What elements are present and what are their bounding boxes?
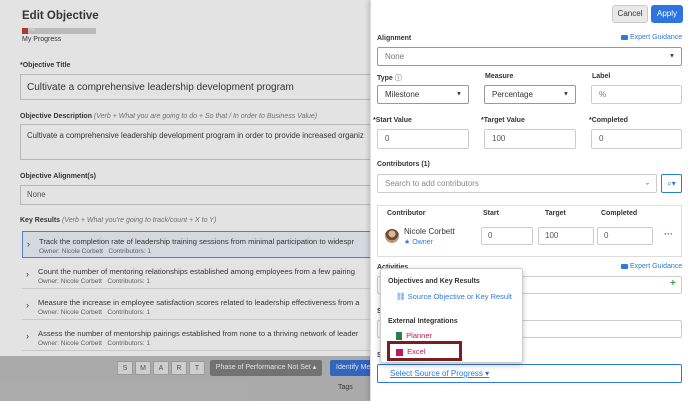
link-icon: ⛓	[396, 292, 406, 301]
smart-m-button[interactable]: M	[135, 361, 151, 375]
alignment-input[interactable]: None	[20, 185, 370, 205]
planner-icon	[396, 332, 402, 341]
target-value-input[interactable]: 100	[484, 129, 576, 149]
key-result-row[interactable]: › Measure the increase in employee satis…	[22, 293, 370, 320]
start-value-label: *Start Value	[373, 117, 412, 124]
contributor-name: Nicole Corbett	[404, 227, 455, 236]
label-input[interactable]: %	[591, 85, 682, 104]
key-result-meta: Owner: Nicole Corbett Contributors: 1	[38, 309, 151, 316]
owner-badge: ★ Owner	[404, 239, 433, 246]
key-results-label: Key Results (Verb + What you're going to…	[20, 217, 217, 224]
apply-button[interactable]: Apply	[651, 5, 683, 23]
label-label: Label	[592, 73, 611, 80]
type-label: Type ⓘ	[377, 75, 402, 82]
smart-t-button[interactable]: T	[189, 361, 205, 375]
alignment-select[interactable]: None ▼	[377, 47, 682, 66]
source-of-progress-value[interactable]: Select Source of Progress ▾	[390, 369, 489, 378]
excel-icon	[396, 348, 403, 356]
key-result-row[interactable]: › Count the number of mentoring relation…	[22, 262, 370, 289]
key-result-meta: Owner: Nicole Corbett Contributors: 1	[38, 278, 151, 285]
source-okr-option[interactable]: ⛓ Source Objective or Key Result	[396, 292, 512, 301]
contributor-start-input[interactable]: 0	[481, 227, 533, 245]
progress-label: My Progress	[22, 36, 62, 43]
caret-down-icon: ▾	[485, 369, 490, 378]
help-icon: ⓘ	[394, 75, 402, 82]
smart-r-button[interactable]: R	[171, 361, 187, 375]
cancel-button[interactable]: Cancel	[612, 5, 648, 23]
target-value-label: *Target Value	[481, 117, 525, 124]
key-result-row[interactable]: › Assess the number of mentorship pairin…	[22, 324, 370, 351]
video-icon	[621, 263, 628, 269]
measure-select[interactable]: Percentage ▼	[484, 85, 576, 104]
chevron-right-icon: ›	[26, 269, 29, 279]
alignment-label: Alignment	[377, 35, 412, 42]
chevron-right-icon: ›	[27, 239, 30, 249]
completed-input[interactable]: 0	[591, 129, 682, 149]
contributor-target-input[interactable]: 100	[538, 227, 594, 245]
page-title: Edit Objective	[22, 10, 99, 22]
completed-label: *Completed	[589, 117, 628, 124]
phase-of-performance-button[interactable]: Phase of Performance Not Set ▴	[210, 360, 322, 376]
contributors-label: Contributors (1)	[377, 161, 430, 168]
contributor-completed-input[interactable]: 0	[597, 227, 653, 245]
key-result-meta: Owner: Nicole Corbett Contributors: 1	[38, 340, 151, 347]
measure-label: Measure	[485, 73, 514, 80]
type-select[interactable]: Milestone ▼	[377, 85, 469, 104]
key-result-text: Count the number of mentoring relationsh…	[38, 267, 356, 276]
chevron-right-icon: ›	[26, 300, 29, 310]
caret-down-icon: ▼	[563, 91, 569, 97]
activities-expert-guidance-link[interactable]: Expert Guidance	[621, 263, 682, 270]
add-activity-icon[interactable]: +	[670, 278, 676, 289]
caret-down-icon: ▼	[669, 53, 675, 59]
key-result-text: Measure the increase in employee satisfa…	[38, 298, 360, 307]
progress-percent: 0%	[28, 27, 36, 33]
key-result-meta: Owner: Nicole Corbett Contributors: 1	[39, 248, 152, 255]
planner-option[interactable]: Planner	[396, 331, 432, 341]
smart-a-button[interactable]: A	[153, 361, 169, 375]
chevron-down-icon: ⌄	[644, 180, 650, 186]
objective-title-label: *Objective Title	[20, 62, 71, 69]
description-input[interactable]: Cultivate a comprehensive leadership dev…	[20, 124, 370, 160]
expert-guidance-link[interactable]: Expert Guidance	[621, 34, 682, 41]
okr-section-header: Objectives and Key Results	[388, 278, 480, 285]
caret-up-icon: ▴	[312, 364, 317, 371]
th-target: Target	[545, 210, 566, 217]
video-icon	[621, 34, 628, 40]
key-result-text: Track the completion rate of leadership …	[39, 237, 354, 246]
avatar	[385, 229, 399, 243]
start-value-input[interactable]: 0	[377, 129, 469, 149]
th-contributor: Contributor	[387, 210, 426, 217]
contributors-search-button[interactable]: ⌕▾	[661, 174, 682, 193]
tags-label: Tags	[338, 384, 353, 391]
search-icon: ⌕	[667, 179, 672, 188]
chevron-right-icon: ›	[26, 331, 29, 341]
caret-down-icon: ▼	[456, 91, 462, 97]
more-options-icon[interactable]: ···	[664, 229, 673, 239]
alignment-label: Objective Alignment(s)	[20, 173, 96, 180]
smart-s-button[interactable]: S	[117, 361, 133, 375]
excel-option[interactable]: Excel	[396, 347, 426, 356]
description-label: Objective Description (Verb + What you a…	[20, 113, 318, 120]
identify-me-button[interactable]: Identify Me	[330, 360, 370, 376]
edit-objective-panel: Edit Objective 0% My Progress *Objective…	[0, 0, 370, 401]
key-result-text: Assess the number of mentorship pairings…	[38, 329, 359, 338]
star-icon: ★	[404, 239, 411, 246]
progress-bar: 0%	[22, 27, 96, 34]
objective-title-input[interactable]: Cultivate a comprehensive leadership dev…	[20, 74, 370, 100]
key-result-row[interactable]: › Track the completion rate of leadershi…	[22, 231, 370, 258]
th-completed: Completed	[601, 210, 638, 217]
external-integrations-header: External Integrations	[388, 318, 458, 325]
contributors-search-input[interactable]: Search to add contributors ⌄	[377, 174, 657, 193]
th-start: Start	[483, 210, 499, 217]
